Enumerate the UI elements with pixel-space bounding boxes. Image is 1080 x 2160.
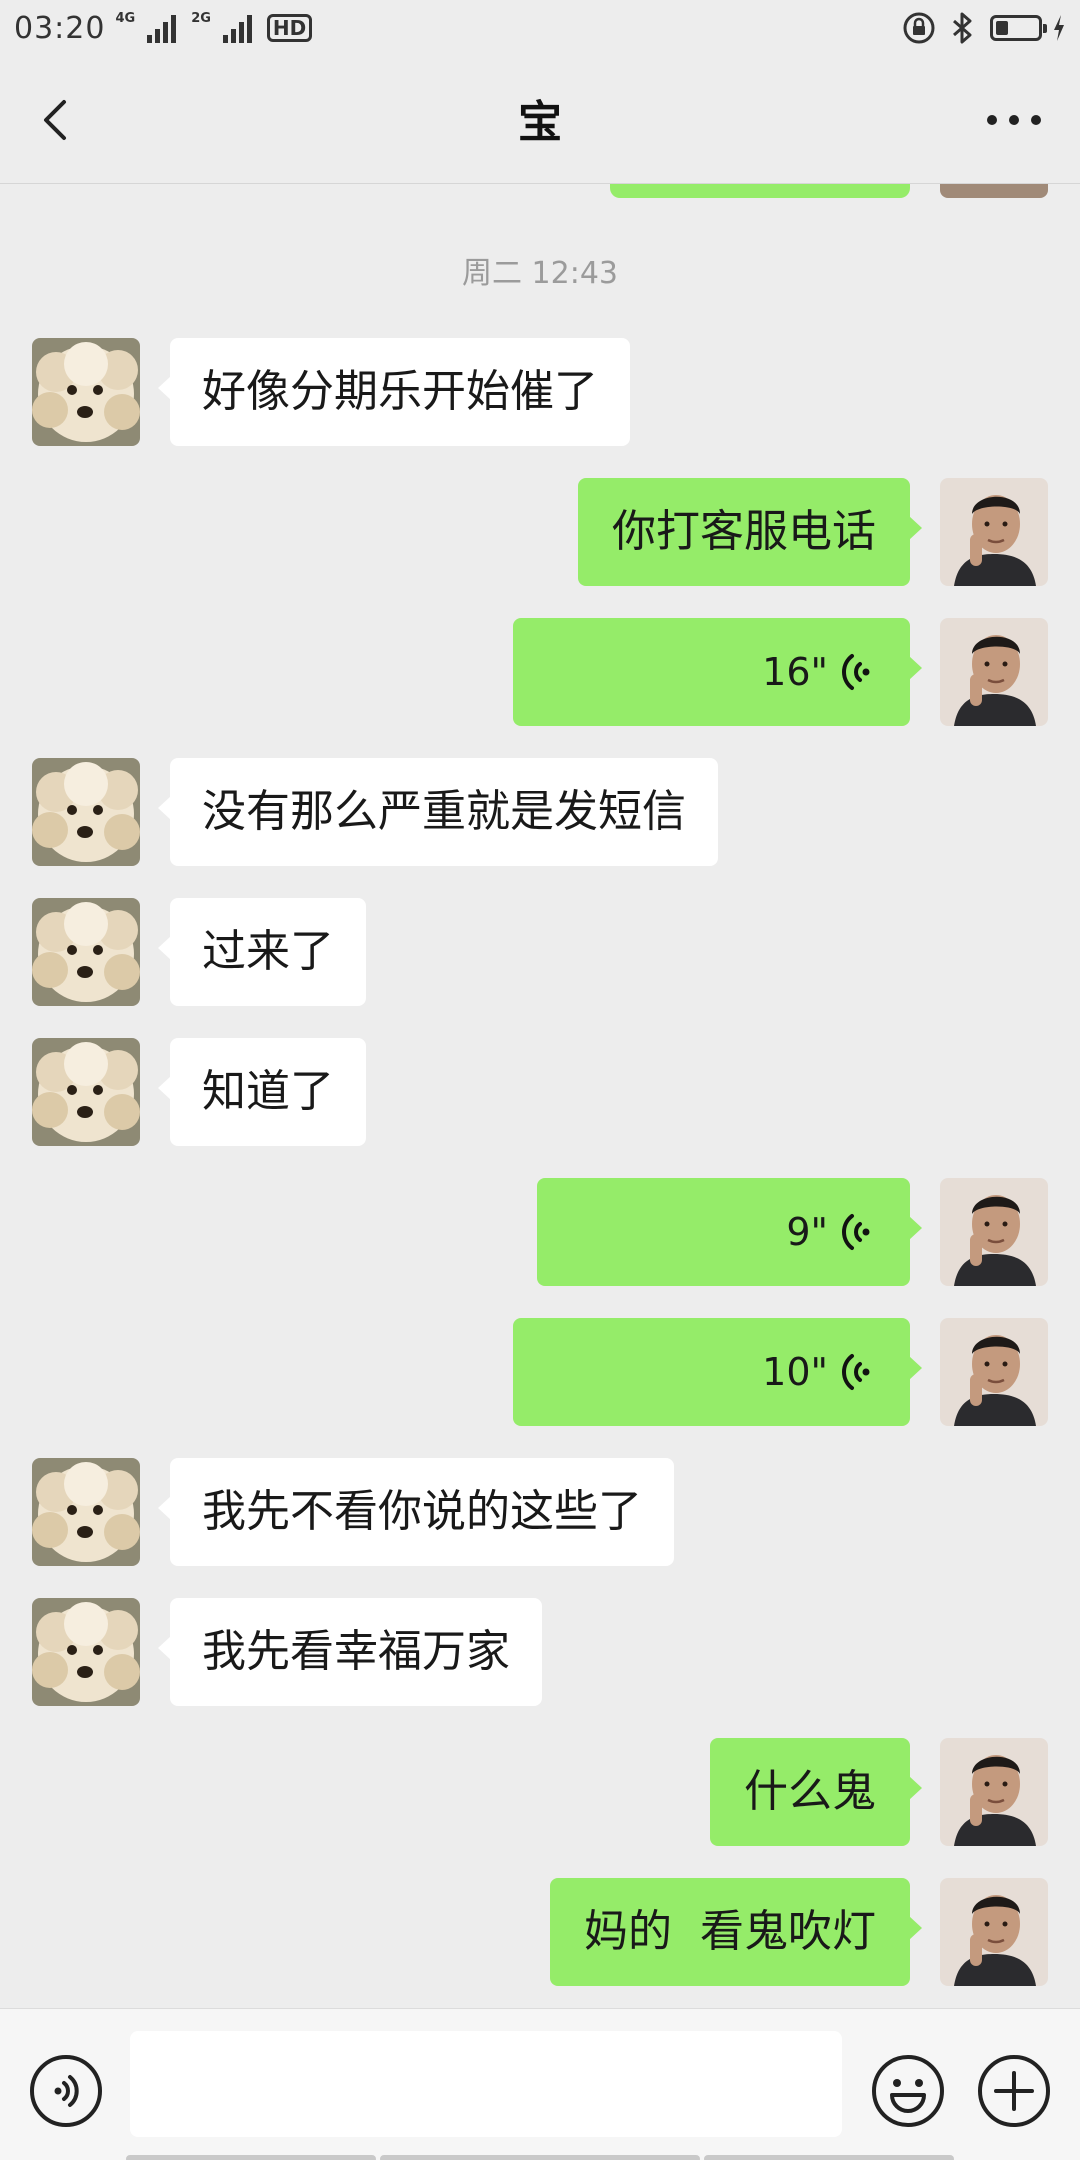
- emoji-icon[interactable]: [870, 2053, 946, 2129]
- my-avatar[interactable]: [940, 618, 1048, 726]
- message-text: 什么鬼: [744, 1766, 876, 1817]
- message-text: 你打客服电话: [612, 506, 876, 557]
- status-bar: 03:20 4G 2G HD: [0, 0, 1080, 56]
- message-input[interactable]: [130, 2031, 842, 2137]
- battery-level: [996, 21, 1008, 35]
- voice-playback-icon: [842, 1354, 870, 1390]
- status-left: 03:20 4G 2G HD: [14, 10, 313, 46]
- message-text: 好像分期乐开始催了: [202, 366, 598, 417]
- text-message-bubble[interactable]: 没有那么严重就是发短信: [158, 758, 718, 866]
- received-message: 过来了: [0, 898, 1080, 1006]
- contact-avatar[interactable]: [32, 1038, 140, 1146]
- received-message: 我先不看你说的这些了: [0, 1458, 1080, 1566]
- text-message-bubble[interactable]: 什么鬼: [710, 1738, 922, 1846]
- input-bar: [0, 2008, 1080, 2160]
- my-avatar[interactable]: [940, 1738, 1048, 1846]
- network-type-4g: 4G: [115, 10, 136, 26]
- sent-message: 9": [0, 1178, 1080, 1286]
- sent-message: 妈的 看鬼吹灯: [0, 1878, 1080, 1986]
- network-type-2g: 2G: [191, 10, 211, 26]
- chat-messages[interactable]: 周二 12:43 好像分期乐开始催了 你打客服电话 16" 没有那么严重就是发短…: [0, 184, 1080, 2008]
- received-message: 没有那么严重就是发短信: [0, 758, 1080, 866]
- nav-indicator: [380, 2155, 700, 2160]
- voice-playback-icon: [842, 654, 870, 690]
- received-message: 知道了: [0, 1038, 1080, 1146]
- text-message-bubble[interactable]: 知道了: [158, 1038, 366, 1146]
- message-text: 我先看幸福万家: [202, 1626, 510, 1677]
- message-text: 没有那么严重就是发短信: [202, 786, 686, 837]
- voice-duration: 10": [762, 1350, 828, 1394]
- received-message: 我先看幸福万家: [0, 1598, 1080, 1706]
- charging-icon: [1054, 15, 1064, 41]
- text-message-bubble[interactable]: 好像分期乐开始催了: [158, 338, 630, 446]
- text-message-bubble[interactable]: 妈的 看鬼吹灯: [550, 1878, 922, 1986]
- contact-avatar[interactable]: [32, 338, 140, 446]
- nav-indicator: [126, 2155, 376, 2160]
- more-dots-icon[interactable]: [978, 92, 1050, 148]
- status-time: 03:20: [14, 10, 106, 46]
- contact-avatar[interactable]: [32, 898, 140, 1006]
- hd-voice-badge: HD: [266, 14, 313, 42]
- bluetooth-icon: [953, 12, 972, 44]
- voice-message-bubble[interactable]: 10": [513, 1318, 922, 1426]
- message-text: 知道了: [202, 1066, 334, 1117]
- contact-avatar[interactable]: [32, 758, 140, 866]
- lock-rotation-icon: [903, 12, 935, 44]
- chat-timestamp: 周二 12:43: [462, 256, 618, 291]
- signal-icon: [147, 15, 177, 43]
- voice-message-bubble[interactable]: 16": [513, 618, 922, 726]
- status-right: [902, 11, 1066, 45]
- my-avatar[interactable]: [940, 1178, 1048, 1286]
- sent-message: 什么鬼: [0, 1738, 1080, 1846]
- signal-icon: [222, 15, 252, 43]
- text-message-bubble[interactable]: 我先看幸福万家: [158, 1598, 542, 1706]
- previous-message-avatar: [940, 184, 1048, 198]
- received-message: 好像分期乐开始催了: [0, 338, 1080, 446]
- sent-message: 16": [0, 618, 1080, 726]
- my-avatar[interactable]: [940, 478, 1048, 586]
- text-message-bubble[interactable]: 我先不看你说的这些了: [158, 1458, 674, 1566]
- voice-message-bubble[interactable]: 9": [537, 1178, 922, 1286]
- voice-playback-icon: [842, 1214, 870, 1250]
- voice-input-icon[interactable]: [28, 2053, 104, 2129]
- nav-indicator: [704, 2155, 954, 2160]
- chat-header: 宝: [0, 56, 1080, 184]
- chat-title: 宝: [518, 97, 562, 148]
- sent-message: 10": [0, 1318, 1080, 1426]
- previous-message-bubble: [610, 184, 910, 198]
- message-text: 过来了: [202, 926, 334, 977]
- message-text: 妈的 看鬼吹灯: [584, 1906, 876, 1957]
- message-text: 我先不看你说的这些了: [202, 1486, 642, 1537]
- voice-duration: 16": [762, 650, 828, 694]
- contact-avatar[interactable]: [32, 1598, 140, 1706]
- sent-message: 你打客服电话: [0, 478, 1080, 586]
- my-avatar[interactable]: [940, 1318, 1048, 1426]
- text-message-bubble[interactable]: 过来了: [158, 898, 366, 1006]
- my-avatar[interactable]: [940, 1878, 1048, 1986]
- voice-duration: 9": [786, 1210, 828, 1254]
- battery-icon: [990, 15, 1047, 41]
- plus-icon[interactable]: [976, 2053, 1052, 2129]
- text-message-bubble[interactable]: 你打客服电话: [578, 478, 922, 586]
- contact-avatar[interactable]: [32, 1458, 140, 1566]
